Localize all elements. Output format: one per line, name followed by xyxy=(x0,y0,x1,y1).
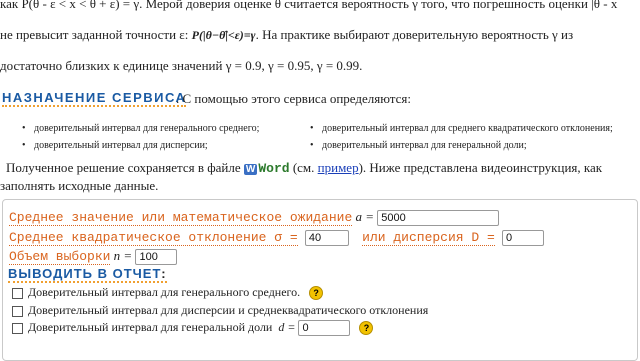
checkbox[interactable] xyxy=(12,287,23,299)
sample-size-label: Объем выборки xyxy=(9,249,111,265)
report-heading: ВЫВОДИТЬ В ОТЧЕТ: xyxy=(8,266,167,283)
list-item: доверительный интервал для дисперсии; xyxy=(22,140,208,151)
sample-size-input[interactable]: 100 xyxy=(135,249,178,266)
service-purpose-intro: . С помощью этого сервиса определяются: xyxy=(176,91,411,106)
help-icon[interactable]: ? xyxy=(309,286,324,301)
report-option-share[interactable]: Доверительный интервал для генеральной д… xyxy=(12,320,374,337)
list-item: доверительный интервал для генеральной д… xyxy=(310,140,527,151)
description-line-1: как P(θ - ε < x < θ + ε) = γ. Мерой дове… xyxy=(0,0,618,11)
word-file-icon: W xyxy=(243,163,258,175)
service-purpose-heading: НАЗНАЧЕНИЕ СЕРВИСА xyxy=(2,90,187,107)
report-option-mean[interactable]: Доверительный интервал для генерального … xyxy=(12,285,324,301)
sd-row: Среднее квадратическое отклонение σ = 40… xyxy=(9,229,545,247)
checkbox[interactable] xyxy=(12,305,23,317)
description-line-2: не превысит заданной точности ε: P(|θ−θ̂… xyxy=(0,27,574,42)
sample-size-row: Объем выборки n = 100 xyxy=(9,248,178,266)
list-item: доверительный интервал для генерального … xyxy=(22,123,259,134)
mean-variable: a = xyxy=(355,209,375,224)
help-icon[interactable]: ? xyxy=(359,321,374,336)
sd-input[interactable]: 40 xyxy=(304,230,349,247)
result-saved-line-2: заполнять исходные данные. xyxy=(0,178,159,193)
probability-formula: P(|θ−θ̂|<ε)=γ xyxy=(191,28,256,42)
mean-row: Среднее значение или математическое ожид… xyxy=(9,209,500,227)
mean-label: Среднее значение или математическое ожид… xyxy=(9,210,353,226)
report-option-variance[interactable]: Доверительный интервал для дисперсии и с… xyxy=(12,303,428,318)
checkbox[interactable] xyxy=(12,322,23,334)
example-link[interactable]: пример xyxy=(318,160,359,175)
list-item: доверительный интервал для среднего квад… xyxy=(310,123,613,134)
mean-input[interactable]: 5000 xyxy=(377,210,500,227)
word-label: Word xyxy=(258,161,290,176)
description-line-3: достаточно близких к единице значений γ … xyxy=(0,58,363,73)
share-variable: d = xyxy=(278,320,296,334)
sample-size-variable: n = xyxy=(113,248,133,263)
sd-label: Среднее квадратическое отклонение σ = xyxy=(9,230,298,246)
variance-input[interactable]: 0 xyxy=(502,230,545,247)
result-saved-line: Полученное решение сохраняется в файле W… xyxy=(6,160,603,176)
variance-label: или дисперсия D = xyxy=(362,230,495,246)
share-input[interactable]: 0 xyxy=(298,320,351,337)
